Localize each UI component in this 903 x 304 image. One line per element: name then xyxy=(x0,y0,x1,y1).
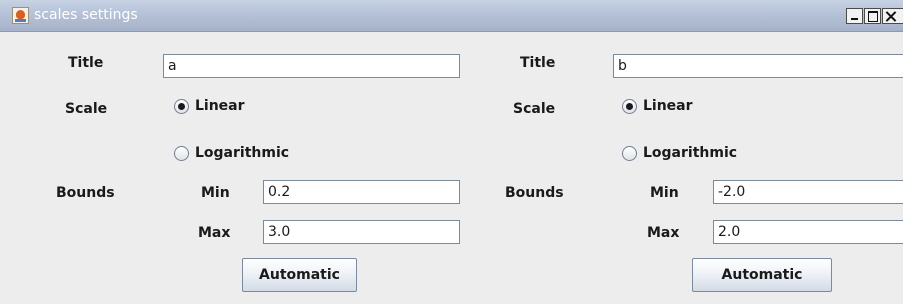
close-icon[interactable] xyxy=(882,8,903,24)
linear-radio[interactable]: Linear xyxy=(174,95,245,117)
bounds-label: Bounds xyxy=(505,185,564,201)
logarithmic-radio[interactable]: Logarithmic xyxy=(174,142,289,164)
linear-radio-label: Linear xyxy=(195,98,245,114)
radio-checked-icon[interactable] xyxy=(622,98,637,114)
min-input[interactable] xyxy=(263,180,460,204)
logarithmic-radio-label: Logarithmic xyxy=(195,145,290,161)
maximize-icon[interactable] xyxy=(864,8,881,24)
automatic-button[interactable]: Automatic xyxy=(692,258,832,292)
scales-settings-window: scales settings Title Scale Linear Logar… xyxy=(0,0,903,304)
title-input[interactable] xyxy=(613,54,903,78)
max-label: Max xyxy=(198,225,231,241)
logarithmic-radio[interactable]: Logarithmic xyxy=(622,142,737,164)
radio-checked-icon[interactable] xyxy=(174,98,189,114)
title-label: Title xyxy=(68,55,104,71)
linear-radio[interactable]: Linear xyxy=(622,95,693,117)
min-input[interactable] xyxy=(713,180,903,204)
radio-unchecked-icon[interactable] xyxy=(174,145,189,161)
min-label: Min xyxy=(650,185,679,201)
linear-radio-label: Linear xyxy=(643,98,693,114)
bounds-label: Bounds xyxy=(56,185,115,201)
max-input[interactable] xyxy=(713,220,903,244)
minimize-icon[interactable] xyxy=(846,8,863,24)
title-input[interactable] xyxy=(163,54,460,78)
scale-label: Scale xyxy=(65,101,108,117)
max-label: Max xyxy=(647,225,680,241)
scale-label: Scale xyxy=(513,101,556,117)
min-label: Min xyxy=(201,185,230,201)
window-title: scales settings xyxy=(34,7,138,23)
radio-unchecked-icon[interactable] xyxy=(622,145,637,161)
logarithmic-radio-label: Logarithmic xyxy=(643,145,738,161)
title-label: Title xyxy=(520,55,556,71)
java-cup-icon xyxy=(12,7,29,24)
max-input[interactable] xyxy=(263,220,460,244)
window-titlebar[interactable]: scales settings xyxy=(0,0,903,32)
automatic-button[interactable]: Automatic xyxy=(242,258,357,292)
